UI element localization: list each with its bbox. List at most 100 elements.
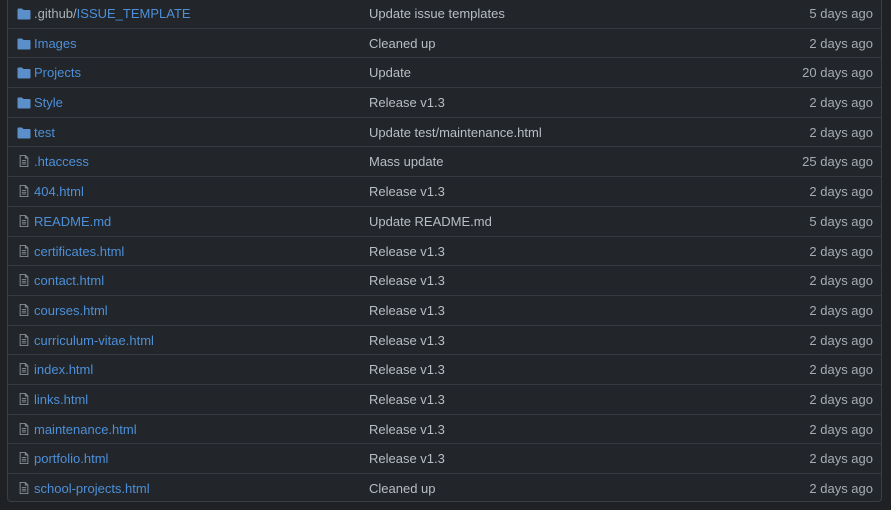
commit-age: 20 days ago bbox=[802, 65, 873, 81]
file-name-link[interactable]: README.md bbox=[34, 207, 111, 236]
file-row[interactable]: curriculum-vitae.html Release v1.3 2 day… bbox=[8, 326, 881, 356]
file-name[interactable]: maintenance.html bbox=[34, 422, 137, 437]
commit-message-link[interactable]: Release v1.3 bbox=[369, 415, 445, 444]
file-name[interactable]: Style bbox=[34, 95, 63, 110]
file-icon bbox=[17, 155, 31, 168]
file-row[interactable]: .github/ISSUE_TEMPLATE Update issue temp… bbox=[8, 0, 881, 29]
file-name[interactable]: school-projects.html bbox=[34, 481, 150, 496]
file-name-link[interactable]: links.html bbox=[34, 385, 88, 414]
folder-icon bbox=[17, 67, 31, 79]
folder-icon bbox=[17, 127, 31, 139]
commit-message-link[interactable]: Release v1.3 bbox=[369, 326, 445, 355]
file-icon bbox=[17, 185, 31, 198]
commit-message-link[interactable]: Update README.md bbox=[369, 207, 492, 236]
commit-message-link[interactable]: Cleaned up bbox=[369, 29, 436, 58]
file-row[interactable]: portfolio.html Release v1.3 2 days ago bbox=[8, 444, 881, 474]
file-row[interactable]: certificates.html Release v1.3 2 days ag… bbox=[8, 237, 881, 267]
file-row[interactable]: index.html Release v1.3 2 days ago bbox=[8, 355, 881, 385]
file-name-link[interactable]: Projects bbox=[34, 58, 81, 87]
commit-age: 2 days ago bbox=[809, 184, 873, 200]
commit-age: 2 days ago bbox=[809, 451, 873, 467]
file-row[interactable]: courses.html Release v1.3 2 days ago bbox=[8, 296, 881, 326]
commit-age: 2 days ago bbox=[809, 481, 873, 496]
commit-age: 2 days ago bbox=[809, 273, 873, 289]
file-row[interactable]: README.md Update README.md 5 days ago bbox=[8, 207, 881, 237]
file-row[interactable]: Style Release v1.3 2 days ago bbox=[8, 88, 881, 118]
file-icon bbox=[17, 274, 31, 287]
file-row[interactable]: school-projects.html Cleaned up 2 days a… bbox=[8, 474, 881, 504]
commit-message-link[interactable]: Release v1.3 bbox=[369, 355, 445, 384]
commit-age: 5 days ago bbox=[809, 213, 873, 229]
file-name[interactable]: test bbox=[34, 125, 55, 140]
file-icon bbox=[17, 303, 31, 317]
file-row[interactable]: 404.html Release v1.3 2 days ago bbox=[8, 177, 881, 207]
commit-message-link[interactable]: Release v1.3 bbox=[369, 266, 445, 295]
file-name-link[interactable]: courses.html bbox=[34, 296, 108, 325]
file-name-link[interactable]: school-projects.html bbox=[34, 474, 150, 503]
file-name-link[interactable]: .github/ISSUE_TEMPLATE bbox=[34, 0, 191, 28]
commit-message-link[interactable]: Release v1.3 bbox=[369, 296, 445, 325]
file-name[interactable]: contact.html bbox=[34, 273, 104, 288]
file-name-link[interactable]: Images bbox=[34, 29, 77, 58]
commit-message-link[interactable]: Update issue templates bbox=[369, 0, 505, 28]
commit-age: 2 days ago bbox=[809, 421, 873, 437]
file-name[interactable]: curriculum-vitae.html bbox=[34, 333, 154, 348]
file-icon bbox=[17, 482, 31, 495]
file-row[interactable]: Images Cleaned up 2 days ago bbox=[8, 29, 881, 59]
commit-message-link[interactable]: Mass update bbox=[369, 147, 443, 176]
commit-age: 2 days ago bbox=[809, 95, 873, 111]
file-row[interactable]: links.html Release v1.3 2 days ago bbox=[8, 385, 881, 415]
file-row[interactable]: Projects Update 20 days ago bbox=[8, 58, 881, 89]
commit-age: 2 days ago bbox=[809, 35, 873, 51]
file-name[interactable]: courses.html bbox=[34, 303, 108, 318]
file-name-link[interactable]: .htaccess bbox=[34, 147, 89, 176]
commit-age: 2 days ago bbox=[809, 302, 873, 318]
commit-message-link[interactable]: Release v1.3 bbox=[369, 237, 445, 266]
file-name[interactable]: links.html bbox=[34, 392, 88, 407]
commit-message-link[interactable]: Release v1.3 bbox=[369, 88, 445, 117]
file-row[interactable]: .htaccess Mass update 25 days ago bbox=[8, 147, 881, 178]
file-name-link[interactable]: Style bbox=[34, 88, 63, 117]
commit-age: 2 days ago bbox=[809, 391, 873, 407]
file-name-link[interactable]: 404.html bbox=[34, 177, 84, 206]
file-name-link[interactable]: certificates.html bbox=[34, 237, 124, 266]
file-row[interactable]: test Update test/maintenance.html 2 days… bbox=[8, 118, 881, 148]
commit-age: 2 days ago bbox=[809, 243, 873, 259]
file-name-link[interactable]: index.html bbox=[34, 355, 93, 384]
commit-age: 2 days ago bbox=[809, 124, 873, 140]
file-name[interactable]: Projects bbox=[34, 65, 81, 80]
file-icon bbox=[17, 392, 31, 406]
commit-message-link[interactable]: Release v1.3 bbox=[369, 177, 445, 206]
commit-age: 25 days ago bbox=[802, 154, 873, 170]
file-name-link[interactable]: portfolio.html bbox=[34, 444, 108, 473]
file-name[interactable]: index.html bbox=[34, 362, 93, 377]
commit-message-link[interactable]: Update test/maintenance.html bbox=[369, 118, 542, 147]
commit-age: 2 days ago bbox=[809, 332, 873, 348]
commit-age: 2 days ago bbox=[809, 362, 873, 378]
file-name[interactable]: 404.html bbox=[34, 184, 84, 199]
file-row[interactable]: maintenance.html Release v1.3 2 days ago bbox=[8, 415, 881, 445]
commit-age: 5 days ago bbox=[809, 6, 873, 21]
commit-message-link[interactable]: Cleaned up bbox=[369, 474, 436, 503]
file-name-link[interactable]: curriculum-vitae.html bbox=[34, 326, 154, 355]
file-name[interactable]: .htaccess bbox=[34, 154, 89, 169]
file-name-link[interactable]: contact.html bbox=[34, 266, 104, 295]
file-icon bbox=[17, 363, 31, 376]
file-name-link[interactable]: maintenance.html bbox=[34, 415, 137, 444]
commit-message-link[interactable]: Release v1.3 bbox=[369, 444, 445, 473]
file-icon bbox=[17, 452, 31, 465]
commit-message-link[interactable]: Update bbox=[369, 58, 411, 87]
file-row[interactable]: contact.html Release v1.3 2 days ago bbox=[8, 266, 881, 296]
file-name[interactable]: README.md bbox=[34, 214, 111, 229]
folder-icon bbox=[17, 8, 31, 20]
file-icon bbox=[17, 244, 31, 258]
file-name-link[interactable]: test bbox=[34, 118, 55, 147]
file-name[interactable]: portfolio.html bbox=[34, 451, 108, 466]
file-name[interactable]: certificates.html bbox=[34, 244, 124, 259]
file-icon bbox=[17, 422, 31, 436]
file-name[interactable]: Images bbox=[34, 36, 77, 51]
file-name-prefix[interactable]: .github/ bbox=[34, 6, 77, 21]
folder-icon bbox=[17, 38, 31, 50]
commit-message-link[interactable]: Release v1.3 bbox=[369, 385, 445, 414]
file-name[interactable]: ISSUE_TEMPLATE bbox=[77, 6, 191, 21]
